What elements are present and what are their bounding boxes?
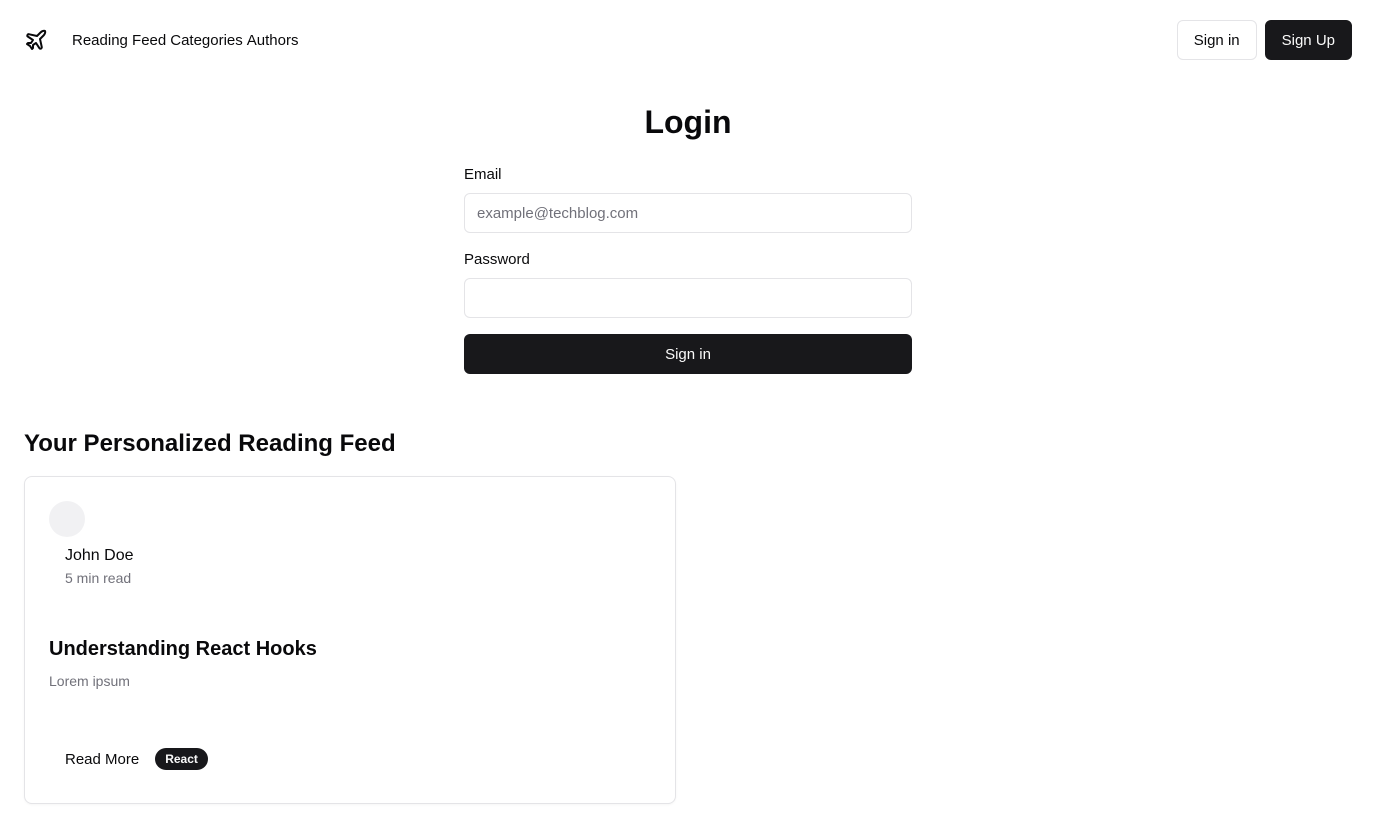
- site-header: Reading Feed Categories Authors Sign in …: [0, 0, 1376, 80]
- card-footer: Read More React: [65, 748, 208, 770]
- post-excerpt: Lorem ipsum: [49, 673, 130, 689]
- nav-link-reading-feed[interactable]: Reading Feed: [72, 32, 166, 49]
- post-title[interactable]: Understanding React Hooks: [49, 635, 317, 663]
- header-sign-in-button[interactable]: Sign in: [1176, 20, 1257, 60]
- email-input[interactable]: [464, 193, 912, 233]
- login-form: Login Email Password Sign in: [464, 100, 912, 374]
- main-nav: Reading Feed Categories Authors: [72, 32, 298, 49]
- feed-title: Your Personalized Reading Feed: [24, 430, 396, 457]
- email-field-group: Email: [464, 166, 912, 233]
- password-field-group: Password: [464, 251, 912, 318]
- read-more-link[interactable]: Read More: [65, 751, 139, 768]
- password-input[interactable]: [464, 278, 912, 318]
- brand: Reading Feed Categories Authors: [24, 28, 298, 52]
- login-title: Login: [644, 104, 732, 140]
- password-label: Password: [464, 251, 530, 268]
- post-card: John Doe 5 min read Understanding React …: [24, 476, 676, 804]
- email-label: Email: [464, 166, 502, 183]
- login-submit-button[interactable]: Sign in: [464, 334, 912, 374]
- nav-link-authors[interactable]: Authors: [247, 32, 299, 49]
- header-sign-up-button[interactable]: Sign Up: [1264, 20, 1352, 60]
- author-avatar: [49, 501, 85, 537]
- tag-badge[interactable]: React: [155, 748, 208, 770]
- read-time: 5 min read: [65, 570, 132, 586]
- plane-icon[interactable]: [24, 28, 48, 52]
- nav-link-categories[interactable]: Categories: [170, 32, 243, 49]
- header-actions: Sign in Sign Up: [1176, 20, 1352, 60]
- author-name: John Doe: [65, 547, 134, 564]
